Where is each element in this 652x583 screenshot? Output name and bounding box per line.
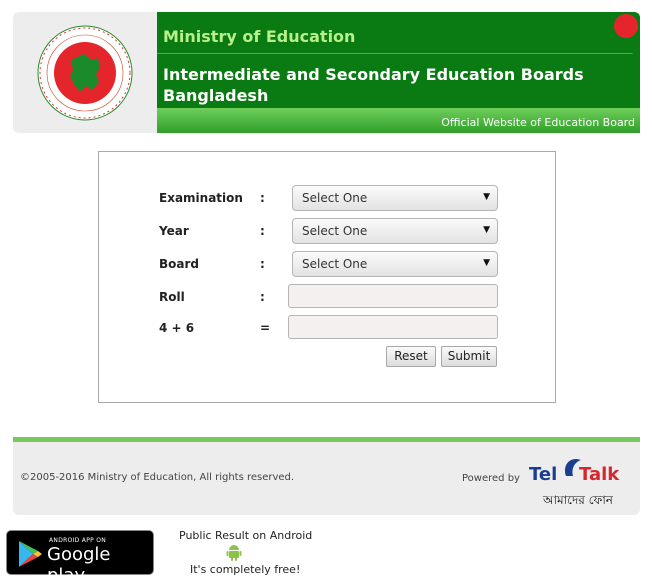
logo-panel — [13, 12, 157, 133]
captcha-input[interactable] — [288, 315, 498, 339]
banner-divider — [157, 53, 640, 54]
teletalk-tel: Tel — [529, 464, 557, 485]
powered-by-text: Powered by — [462, 473, 520, 484]
roll-input[interactable] — [288, 284, 498, 308]
year-row: Year : Select One ▼ — [99, 218, 557, 244]
submit-button[interactable]: Submit — [441, 346, 497, 367]
roll-row: Roll : — [99, 284, 557, 310]
board-select-value: Select One — [302, 257, 368, 271]
official-website-text: Official Website of Education Board — [441, 116, 635, 129]
year-select[interactable]: Select One ▼ — [292, 218, 498, 244]
board-label: Board — [159, 257, 199, 271]
captcha-row: 4 + 6 = — [99, 315, 557, 341]
teletalk-logo-icon[interactable]: Tel Talk আমাদের ফোন — [529, 450, 635, 510]
google-play-icon — [19, 541, 42, 567]
board-select[interactable]: Select One ▼ — [292, 251, 498, 277]
copyright-text: ©2005-2016 Ministry of Education, All ri… — [20, 472, 295, 483]
captcha-equals: = — [260, 321, 271, 335]
examination-colon: : — [260, 191, 265, 205]
board-title: Intermediate and Secondary Education Boa… — [163, 65, 584, 105]
dropdown-arrow-icon: ▼ — [483, 192, 490, 202]
android-icon — [226, 545, 242, 561]
examination-select[interactable]: Select One ▼ — [292, 185, 498, 211]
teletalk-talk: Talk — [579, 464, 620, 485]
play-badge-caption: ANDROID APP ON — [49, 537, 107, 544]
government-seal-icon — [37, 25, 133, 121]
play-badge-title: Google play — [47, 544, 111, 583]
examination-row: Examination : Select One ▼ — [99, 185, 557, 211]
year-colon: : — [260, 224, 265, 238]
board-row: Board : Select One ▼ — [99, 251, 557, 277]
result-form: Examination : Select One ▼ Year : Select… — [98, 151, 556, 403]
year-label: Year — [159, 224, 189, 238]
footer-divider — [13, 437, 640, 442]
bangladesh-flag-icon — [596, 12, 640, 62]
site-header: Ministry of Education Intermediate and S… — [13, 12, 640, 133]
year-select-value: Select One — [302, 224, 368, 238]
android-result-text: Public Result on Android — [179, 529, 313, 542]
google-play-badge[interactable]: ANDROID APP ON Google play — [6, 530, 154, 583]
banner-green-area: Ministry of Education Intermediate and S… — [157, 12, 640, 108]
free-text: It's completely free! — [190, 563, 301, 576]
dropdown-arrow-icon: ▼ — [483, 258, 490, 268]
roll-colon: : — [260, 290, 265, 304]
ministry-title: Ministry of Education — [163, 27, 356, 46]
examination-label: Examination — [159, 191, 243, 205]
site-footer: ©2005-2016 Ministry of Education, All ri… — [13, 437, 640, 515]
title-banner: Ministry of Education Intermediate and S… — [157, 12, 640, 133]
captcha-label: 4 + 6 — [159, 321, 195, 335]
teletalk-tagline: আমাদের ফোন — [542, 493, 614, 507]
roll-label: Roll — [159, 290, 185, 304]
reset-button[interactable]: Reset — [386, 346, 436, 367]
board-colon: : — [260, 257, 265, 271]
dropdown-arrow-icon: ▼ — [483, 225, 490, 235]
examination-select-value: Select One — [302, 191, 368, 205]
